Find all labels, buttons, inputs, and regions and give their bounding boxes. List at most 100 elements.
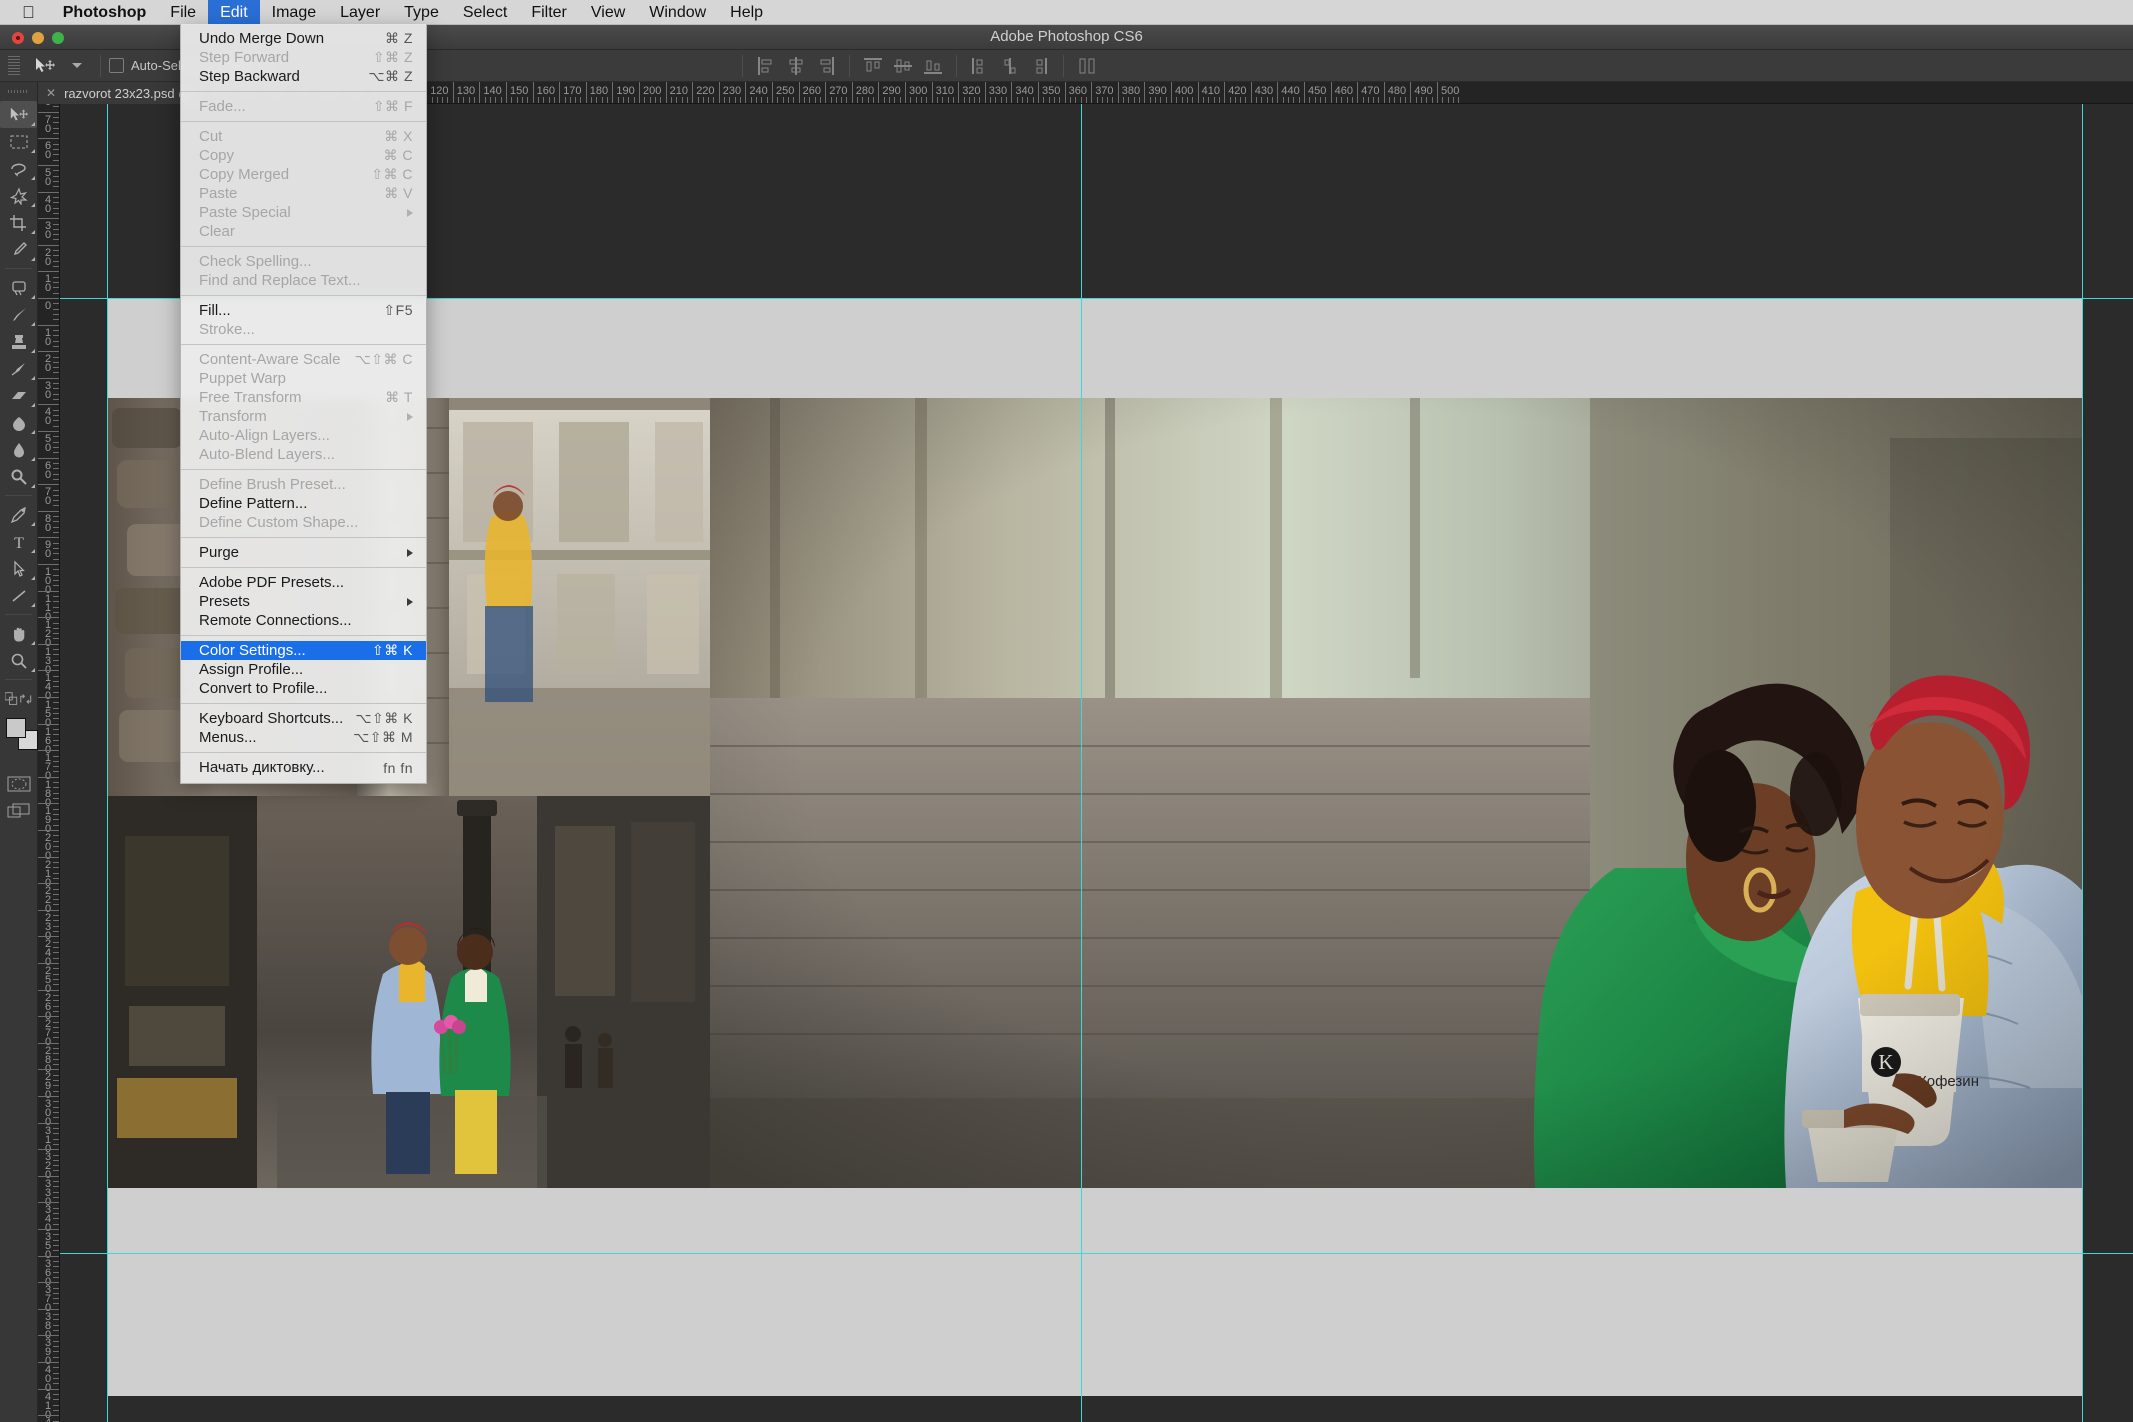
menu-item-presets[interactable]: Presets	[181, 592, 426, 611]
tool-eyedropper-tool[interactable]	[0, 236, 37, 263]
photo-bottom-left[interactable]	[107, 796, 710, 1188]
menu-view[interactable]: View	[579, 0, 637, 25]
menu-item-convert-to-profile[interactable]: Convert to Profile...	[181, 679, 426, 698]
tool-crop-tool[interactable]	[0, 209, 37, 236]
menu-type[interactable]: Type	[392, 0, 451, 25]
tool-hand-tool[interactable]	[0, 620, 37, 647]
ruler-tick-minor	[1325, 97, 1327, 103]
ruler-tick-minor	[53, 1170, 59, 1172]
ruler-label: 80	[44, 512, 52, 534]
quick-mask-toggle[interactable]	[0, 770, 37, 797]
menu-select[interactable]: Select	[451, 0, 519, 25]
align-right-edges-icon[interactable]	[814, 54, 838, 78]
ruler-label: 220	[696, 85, 715, 97]
vertical-ruler[interactable]: 8070605040302010010203040506070809010011…	[38, 104, 60, 1422]
tool-pen-tool[interactable]	[0, 501, 37, 528]
tool-blur-tool[interactable]	[0, 436, 37, 463]
menu-edit[interactable]: Edit	[208, 0, 260, 25]
menu-window[interactable]: Window	[637, 0, 718, 25]
distribute-vertical-centers-icon[interactable]	[998, 54, 1022, 78]
auto-select-checkbox[interactable]	[109, 58, 124, 73]
tools-divider	[5, 614, 32, 615]
swap-colors-icon[interactable]	[19, 692, 33, 706]
move-tool-icon[interactable]	[28, 54, 62, 78]
tool-path-selection-tool[interactable]	[0, 555, 37, 582]
menu-item-color-settings[interactable]: Color Settings... ⇧⌘ K	[181, 641, 426, 660]
tool-zoom-tool[interactable]	[0, 647, 37, 674]
menu-item-remote-connections[interactable]: Remote Connections...	[181, 611, 426, 630]
distribute-top-icon[interactable]	[968, 54, 992, 78]
tool-dodge-tool[interactable]	[0, 463, 37, 490]
align-bottom-edges-icon[interactable]	[921, 54, 945, 78]
ruler-tick-minor	[53, 952, 59, 954]
menu-item-menus[interactable]: Menus... ⌥⇧⌘ M	[181, 728, 426, 747]
tool-quick-selection-tool[interactable]	[0, 182, 37, 209]
tool-rectangular-marquee-tool[interactable]	[0, 128, 37, 155]
ruler-tick-minor	[1218, 97, 1220, 103]
tool-move-tool[interactable]	[0, 101, 37, 128]
menu-photoshop[interactable]: Photoshop	[51, 0, 159, 25]
ruler-tick-minor	[1394, 97, 1396, 103]
photo-main[interactable]: K Кофезин	[710, 398, 2082, 1188]
submenu-arrow-icon	[407, 548, 413, 557]
ruler-tick-minor	[53, 920, 59, 922]
guide-vertical[interactable]	[2082, 104, 2083, 1422]
tool-horizontal-type-tool[interactable]: T	[0, 528, 37, 555]
menu-item-adobe-pdf-presets[interactable]: Adobe PDF Presets...	[181, 573, 426, 592]
ruler-tick-minor	[53, 276, 59, 278]
menu-image[interactable]: Image	[260, 0, 328, 25]
ruler-tick-minor	[53, 808, 59, 810]
distribute-bottom-icon[interactable]	[1028, 54, 1052, 78]
menu-item-начать-диктовку[interactable]: Начать диктовку... fn fn	[181, 758, 426, 777]
ruler-tick-major	[1038, 82, 1039, 103]
tool-lasso-tool[interactable]	[0, 155, 37, 182]
menu-help[interactable]: Help	[718, 0, 775, 25]
menu-item-step-backward[interactable]: Step Backward ⌥⌘ Z	[181, 67, 426, 86]
ruler-label: 50	[44, 167, 52, 188]
close-icon[interactable]: ✕	[46, 86, 56, 100]
default-colors-icon[interactable]	[5, 691, 19, 706]
ruler-tick-minor	[53, 468, 59, 470]
align-horizontal-centers-icon[interactable]	[784, 54, 808, 78]
menu-layer[interactable]: Layer	[328, 0, 392, 25]
ruler-tick-minor	[686, 97, 688, 103]
menu-file[interactable]: File	[158, 0, 208, 25]
menu-filter[interactable]: Filter	[519, 0, 579, 25]
align-top-edges-icon[interactable]	[861, 54, 885, 78]
distribute-spacing-icon[interactable]	[1075, 54, 1099, 78]
menu-item-fill[interactable]: Fill... ⇧F5	[181, 301, 426, 320]
menu-item-shortcut: ⌘ Z	[385, 30, 413, 46]
ruler-tick-minor	[53, 250, 59, 252]
menu-item-label: Define Brush Preset...	[199, 476, 346, 493]
foreground-color-swatch[interactable]	[6, 718, 26, 738]
menu-item-keyboard-shortcuts[interactable]: Keyboard Shortcuts... ⌥⇧⌘ K	[181, 709, 426, 728]
tool-brush-tool[interactable]	[0, 301, 37, 328]
align-vertical-centers-icon[interactable]	[891, 54, 915, 78]
tool-clone-stamp-tool[interactable]	[0, 328, 37, 355]
tool-spot-healing-brush-tool[interactable]	[0, 274, 37, 301]
apple-icon[interactable]: 	[0, 4, 51, 21]
align-left-edges-icon[interactable]	[754, 54, 778, 78]
tool-history-brush-tool[interactable]	[0, 355, 37, 382]
tool-preset-chevron-down-icon[interactable]	[72, 63, 82, 68]
options-bar-grip[interactable]	[8, 55, 20, 76]
menu-item-define-pattern[interactable]: Define Pattern...	[181, 494, 426, 513]
ruler-tick-minor	[53, 872, 59, 874]
edit-menu-dropdown[interactable]: Undo Merge Down ⌘ Z Step Forward ⇧⌘ Z Step B…	[180, 24, 427, 784]
guide-vertical[interactable]	[1081, 104, 1082, 1422]
tools-panel-grip[interactable]	[8, 85, 29, 97]
menu-item-shortcut: ⌘ V	[384, 185, 413, 201]
tool-line-shape-tool[interactable]	[0, 582, 37, 609]
screen-mode-button[interactable]	[0, 797, 37, 824]
ruler-tick-minor	[53, 739, 59, 741]
guide-horizontal[interactable]	[60, 1253, 2133, 1254]
ruler-tick-minor	[53, 319, 59, 321]
menu-item-define-custom-shape: Define Custom Shape...	[181, 513, 426, 532]
ruler-tick-minor	[53, 1260, 59, 1262]
tool-gradient-tool[interactable]	[0, 409, 37, 436]
menu-item-assign-profile[interactable]: Assign Profile...	[181, 660, 426, 679]
menu-item-undo-merge-down[interactable]: Undo Merge Down ⌘ Z	[181, 29, 426, 48]
guide-vertical[interactable]	[107, 104, 108, 1422]
menu-item-purge[interactable]: Purge	[181, 543, 426, 562]
tool-eraser-tool[interactable]	[0, 382, 37, 409]
